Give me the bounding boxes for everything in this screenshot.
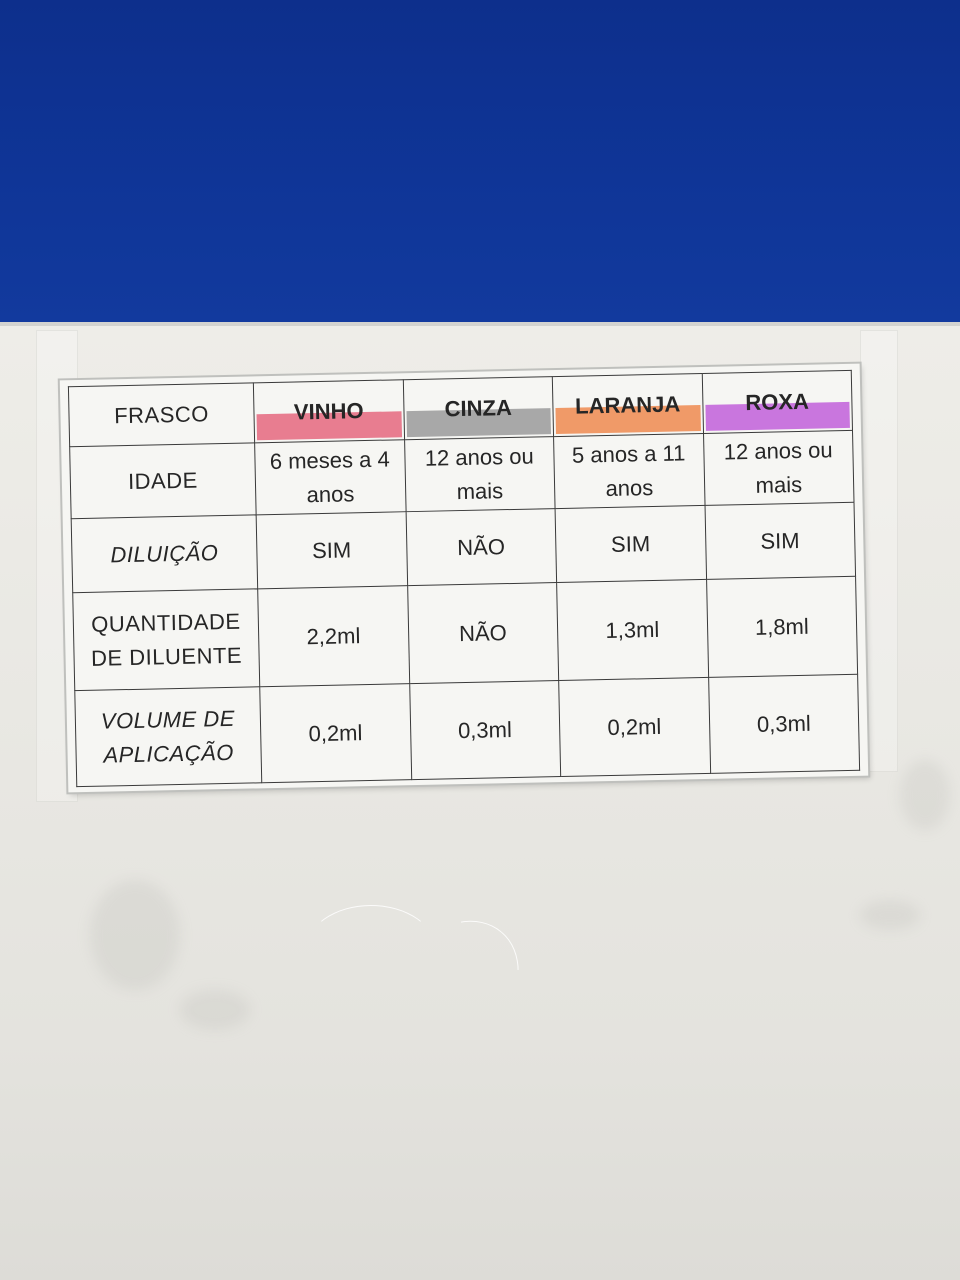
table-cell: NÃO <box>405 508 557 586</box>
vial-name: ROXA <box>745 388 810 415</box>
table-cell: 1,8ml <box>706 576 858 678</box>
table-cell: 0,2ml <box>259 683 412 783</box>
table-cell: 6 meses a 4 anos <box>254 439 406 515</box>
vial-header-laranja: LARANJA <box>552 373 704 437</box>
table-cell: SIM <box>704 502 856 580</box>
panel-edge <box>0 322 960 326</box>
table-cell: 2,2ml <box>257 585 410 687</box>
row-label: QUANTIDADE DE DILUENTE <box>72 588 260 691</box>
vial-name: VINHO <box>293 397 364 425</box>
vaccine-dosage-poster: FRASCO VINHO CINZA LARANJA ROXA IDADE 6 … <box>59 363 869 793</box>
table-cell: SIM <box>256 511 408 589</box>
dosage-table: FRASCO VINHO CINZA LARANJA ROXA IDADE 6 … <box>68 370 860 787</box>
wall-smudge <box>180 990 250 1030</box>
row-label: IDADE <box>69 442 257 519</box>
wall-smudge <box>90 880 180 990</box>
table-cell: 1,3ml <box>556 579 709 681</box>
header-label-cell: FRASCO <box>68 382 255 447</box>
blue-wall-panel <box>0 0 960 326</box>
vial-header-vinho: VINHO <box>253 379 405 443</box>
table-cell: 12 anos ou mais <box>703 430 855 506</box>
wall-smudge <box>900 760 950 830</box>
table-cell: 0,3ml <box>409 680 561 780</box>
table-cell: NÃO <box>407 582 559 684</box>
table-cell: 12 anos ou mais <box>404 436 556 512</box>
table-row-quantidade: QUANTIDADE DE DILUENTE 2,2ml NÃO 1,3ml 1… <box>72 576 858 691</box>
vial-header-cinza: CINZA <box>402 376 554 440</box>
table-cell: 5 anos a 11 anos <box>553 433 705 509</box>
wall-smudge <box>860 900 920 930</box>
table-cell: SIM <box>555 505 707 583</box>
photo-scene: FRASCO VINHO CINZA LARANJA ROXA IDADE 6 … <box>0 0 960 1280</box>
vial-name: CINZA <box>444 394 513 421</box>
table-cell: 0,3ml <box>708 674 860 774</box>
row-label: VOLUME DE APLICAÇÃO <box>74 686 262 787</box>
table-cell: 0,2ml <box>558 677 711 777</box>
row-label: DILUIÇÃO <box>71 514 258 593</box>
vial-name: LARANJA <box>574 390 681 419</box>
vial-header-roxa: ROXA <box>701 370 853 434</box>
table-row-volume: VOLUME DE APLICAÇÃO 0,2ml 0,3ml 0,2ml 0,… <box>74 674 860 787</box>
